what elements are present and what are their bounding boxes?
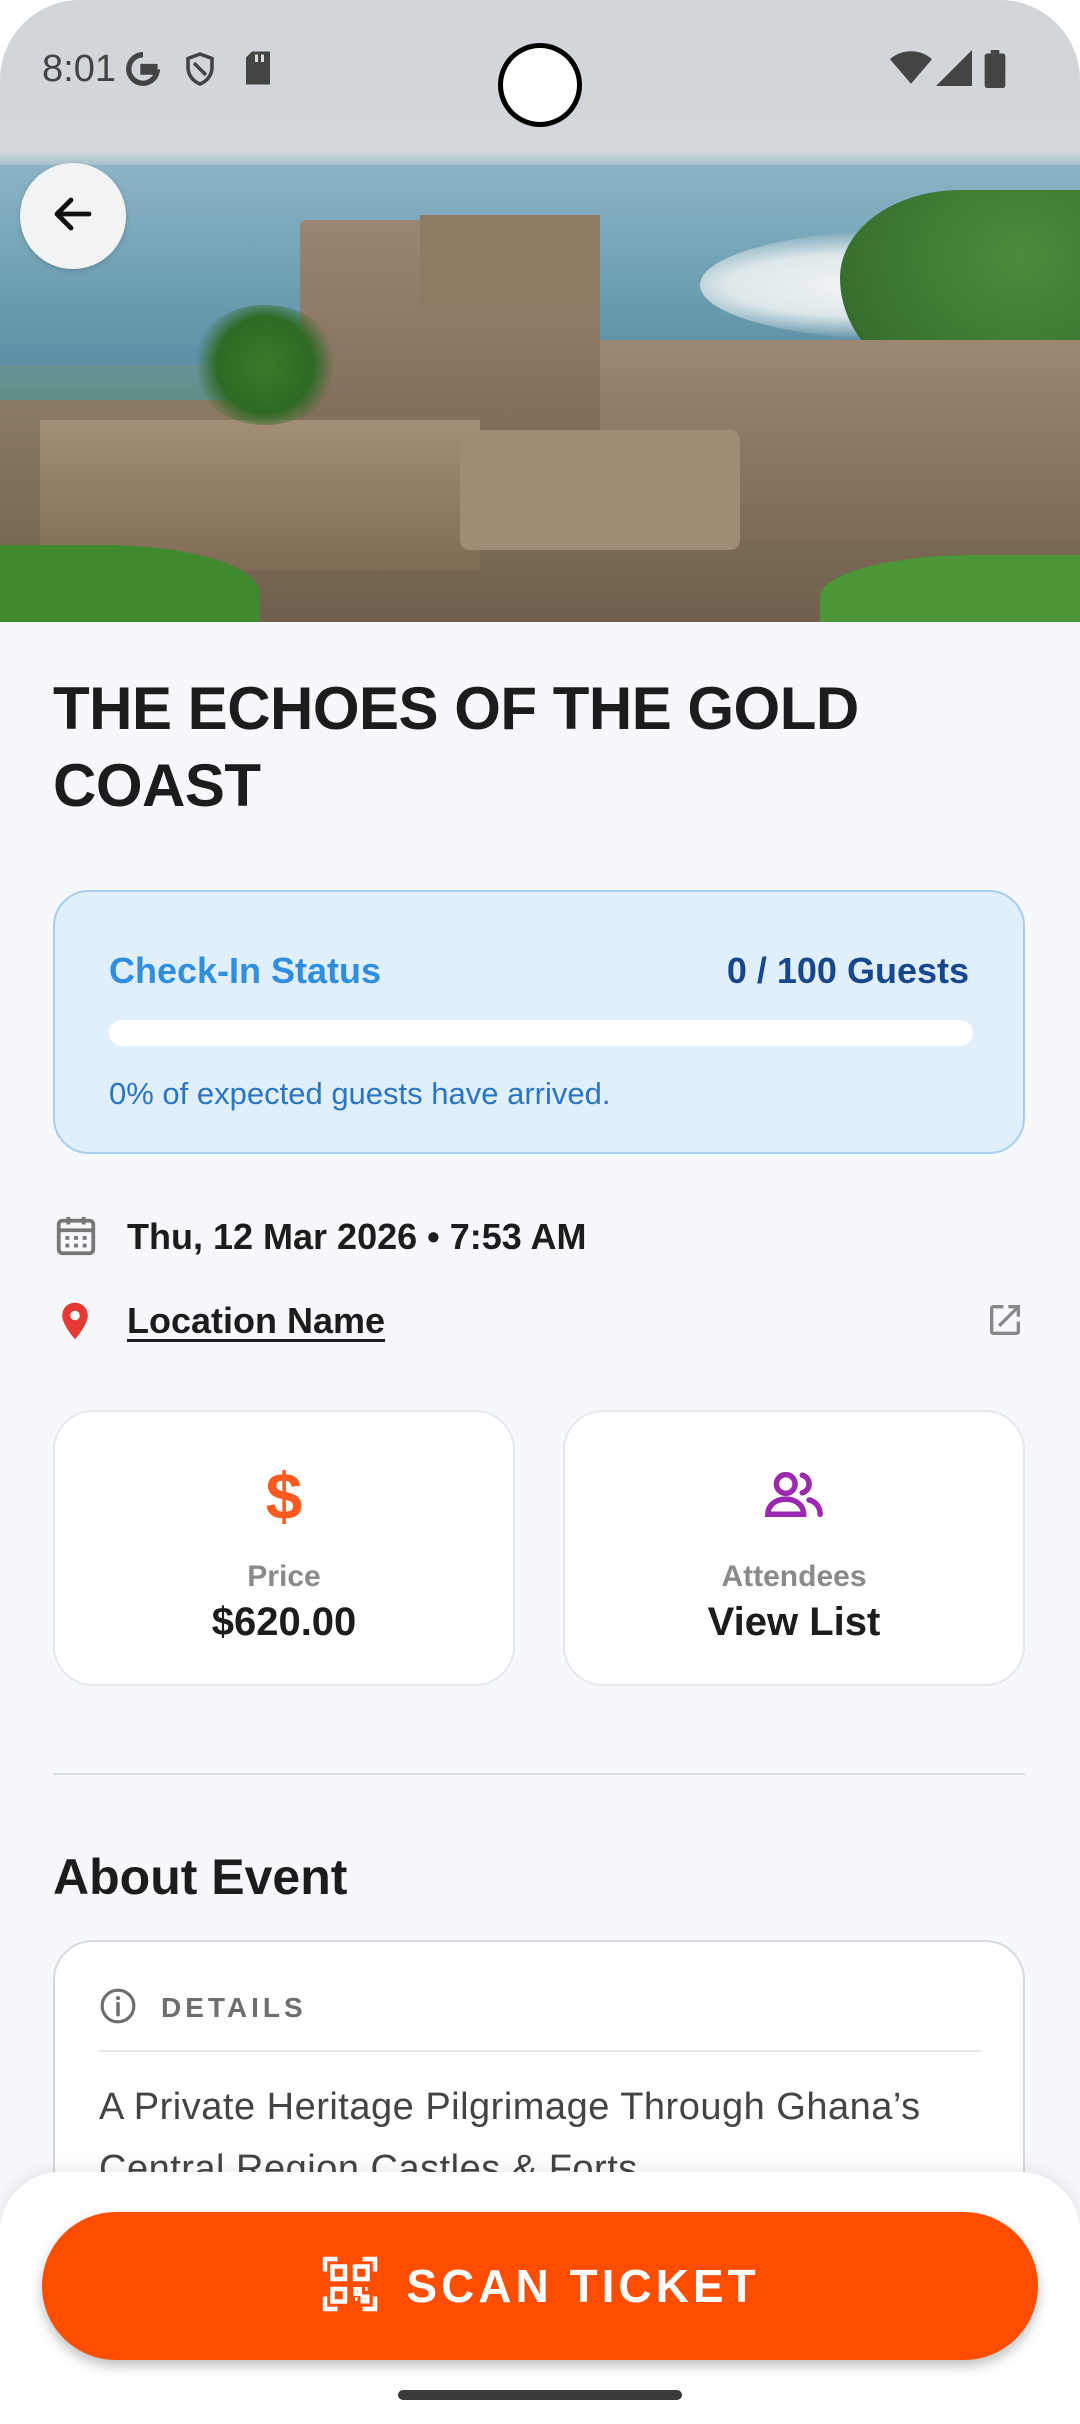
shield-icon <box>182 50 218 93</box>
checkin-label: Check-In Status <box>109 950 382 991</box>
back-button[interactable] <box>20 163 126 269</box>
people-icon <box>565 1462 1023 1528</box>
details-header: DETAILS <box>99 1986 307 2030</box>
phone-screen: 8:01 THE ECHOES OF THE GOLD COAST Check-… <box>0 0 1080 2424</box>
qr-scan-icon <box>320 2254 380 2319</box>
price-value: $620.00 <box>211 1600 357 1644</box>
front-camera <box>498 43 582 127</box>
details-divider <box>99 2050 981 2052</box>
event-title: THE ECHOES OF THE GOLD COAST <box>53 675 859 819</box>
wifi-icon <box>890 50 932 91</box>
attendees-card[interactable]: Attendees View List <box>563 1410 1025 1686</box>
checkin-count: 0 / 100 Guests <box>726 950 969 991</box>
location-link[interactable]: Location Name <box>127 1300 385 1342</box>
google-icon <box>124 50 162 93</box>
event-location-row[interactable]: Location Name <box>53 1296 1025 1356</box>
attendees-label: Attendees <box>721 1560 867 1593</box>
status-bar: 8:01 <box>0 0 1080 140</box>
event-date-time: Thu, 12 Mar 2026 • 7:53 AM <box>127 1216 587 1257</box>
view-list-link[interactable]: View List <box>565 1600 1023 1645</box>
price-card: $ Price $620.00 <box>53 1410 515 1686</box>
battery-icon <box>984 50 1006 93</box>
checkin-progress-bar <box>109 1020 973 1046</box>
home-indicator <box>398 2390 682 2400</box>
event-details: THE ECHOES OF THE GOLD COAST Check-In St… <box>0 622 1080 2424</box>
signal-icon <box>936 50 972 91</box>
about-event-heading: About Event <box>53 1849 348 1905</box>
scan-ticket-label: SCAN TICKET <box>406 2260 760 2312</box>
checkin-message: 0% of expected guests have arrived. <box>109 1076 611 1111</box>
checkin-status-card: Check-In Status 0 / 100 Guests 0% of exp… <box>53 890 1025 1154</box>
dollar-icon: $ <box>55 1462 513 1528</box>
bottom-action-bar: SCAN TICKET <box>0 2172 1080 2424</box>
calendar-icon <box>53 1212 103 1262</box>
location-pin-icon <box>53 1296 103 1346</box>
arrow-left-icon <box>49 190 97 243</box>
info-icon <box>99 1987 137 2030</box>
scan-ticket-button[interactable]: SCAN TICKET <box>42 2212 1038 2360</box>
svg-text:$: $ <box>266 1462 303 1528</box>
section-divider <box>53 1773 1025 1775</box>
event-date-row: Thu, 12 Mar 2026 • 7:53 AM <box>53 1212 1025 1272</box>
details-label: DETAILS <box>161 1992 307 2023</box>
sd-card-icon <box>242 50 274 91</box>
price-label: Price <box>247 1560 321 1593</box>
open-external-icon[interactable] <box>985 1300 1025 1345</box>
status-time: 8:01 <box>42 48 116 90</box>
